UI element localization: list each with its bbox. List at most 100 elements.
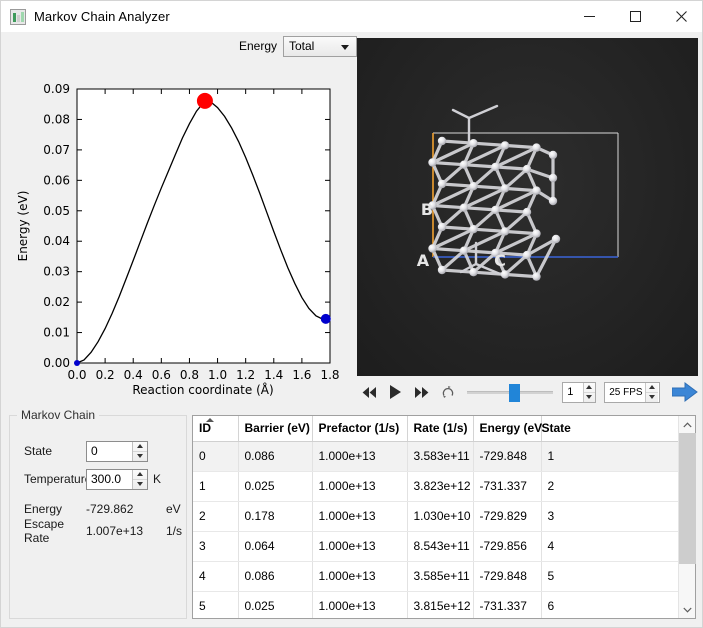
playback-toolbar: 1 25 FPS — [357, 379, 698, 405]
app-chart-icon — [10, 8, 26, 25]
next-arrow-icon[interactable] — [671, 382, 698, 402]
cell-id: 1 — [193, 471, 239, 502]
table-vertical-scrollbar[interactable] — [678, 416, 696, 618]
temperature-row: Temperature 300.0 K — [10, 468, 188, 490]
cell-state: 2 — [541, 471, 678, 502]
table-row[interactable]: 1 0.025 1.000e+13 3.823e+12 -731.337 2 — [193, 471, 678, 502]
repeat-icon[interactable] — [435, 381, 461, 403]
state-value[interactable]: 0 — [87, 442, 132, 461]
column-header-id[interactable]: ID — [193, 416, 239, 442]
fps-stepper[interactable]: 25 FPS — [604, 381, 660, 403]
atom — [532, 143, 541, 152]
frame-stepper-buttons[interactable] — [582, 382, 596, 402]
atom — [500, 270, 510, 279]
title-bar: Markov Chain Analyzer — [1, 1, 702, 32]
column-header-energy[interactable]: Energy (eV) — [473, 416, 546, 442]
table-row[interactable]: 5 0.025 1.000e+13 3.815e+12 -731.337 6 — [193, 591, 678, 618]
cell-barrier: 0.025 — [238, 471, 313, 502]
state-stepper[interactable]: 0 — [86, 440, 148, 462]
atom — [469, 225, 478, 234]
column-header-rate[interactable]: Rate (1/s) — [407, 416, 474, 442]
skip-to-start-icon[interactable] — [357, 381, 383, 403]
atom — [532, 272, 541, 281]
minimize-button[interactable] — [567, 1, 612, 31]
axis-label-b: B — [421, 200, 433, 219]
frame-step-up[interactable] — [583, 383, 596, 393]
play-icon[interactable] — [383, 381, 409, 403]
cell-barrier: 0.086 — [238, 561, 313, 592]
column-header-prefactor[interactable]: Prefactor (1/s) — [312, 416, 408, 442]
chevron-down-icon — [341, 44, 349, 50]
y-tick-label: 0.03 — [43, 265, 70, 279]
fps-value: 25 FPS — [609, 386, 643, 398]
cell-energy: -729.856 — [473, 531, 542, 562]
atom — [437, 136, 447, 146]
table-row[interactable]: 3 0.064 1.000e+13 8.543e+11 -729.856 4 — [193, 531, 678, 562]
atom — [548, 173, 558, 183]
frame-number-stepper[interactable]: 1 — [562, 381, 597, 403]
cell-rate: 1.030e+10 — [407, 501, 474, 532]
transitions-table[interactable]: ID Barrier (eV) Prefactor (1/s) Rate (1/… — [192, 415, 696, 619]
skip-to-end-icon[interactable] — [409, 381, 435, 403]
app-window: Markov Chain Analyzer Energy Total 0.0 0.… — [0, 0, 703, 628]
slider-thumb[interactable] — [508, 384, 520, 402]
table-row[interactable]: 2 0.178 1.000e+13 1.030e+10 -729.829 3 — [193, 501, 678, 532]
close-button[interactable] — [659, 1, 702, 31]
atom — [522, 207, 532, 217]
chart-canvas: 0.0 0.2 0.4 0.6 0.8 1.0 1.2 1.4 1.6 1.8 0.00 0.01 0… — [5, 61, 351, 401]
table-header-row: ID Barrier (eV) Prefactor (1/s) Rate (1/… — [193, 416, 678, 442]
lattice-render: A B C — [417, 104, 619, 281]
temperature-label: Temperature — [24, 472, 92, 486]
cell-id: 4 — [193, 561, 239, 592]
fps-step-down[interactable] — [646, 393, 658, 402]
state-step-down[interactable] — [133, 452, 147, 461]
scroll-down-icon[interactable] — [679, 601, 696, 618]
table-body: 0 0.086 1.000e+13 3.583e+11 -729.848 1 1 0.025 1… — [193, 441, 678, 618]
y-tick-label: 0.01 — [43, 326, 70, 340]
temperature-unit: K — [153, 472, 162, 486]
cell-energy: -731.337 — [473, 471, 542, 502]
cell-energy: -729.829 — [473, 501, 542, 532]
fps-step-up[interactable] — [646, 383, 659, 393]
table-scroll-area: ID Barrier (eV) Prefactor (1/s) Rate (1/… — [193, 416, 678, 618]
x-tick-label: 0.2 — [96, 368, 115, 382]
x-tick-label: 1.8 — [320, 368, 339, 382]
atom — [522, 250, 532, 260]
scrollbar-thumb[interactable] — [679, 433, 696, 564]
state-step-up[interactable] — [133, 442, 147, 452]
structure-viewport[interactable]: A B C — [357, 38, 698, 376]
cell-prefactor: 1.000e+13 — [312, 591, 408, 618]
table-row[interactable]: 0 0.086 1.000e+13 3.583e+11 -729.848 1 — [193, 441, 678, 472]
cell-energy: -729.848 — [473, 561, 542, 592]
escape-rate-value: 1.007e+13 — [86, 524, 144, 538]
table-row[interactable]: 4 0.086 1.000e+13 3.585e+11 -729.848 5 — [193, 561, 678, 592]
energy-dropdown[interactable]: Total — [283, 35, 357, 57]
escape-rate-row: Escape Rate 1.007e+13 1/s — [10, 517, 188, 545]
atom — [469, 182, 478, 191]
x-tick-label: 0.4 — [124, 368, 143, 382]
scroll-up-icon[interactable] — [679, 416, 696, 433]
column-header-state[interactable]: State — [541, 416, 678, 442]
temperature-value[interactable]: 300.0 — [87, 470, 132, 489]
atom — [532, 186, 541, 195]
cell-prefactor: 1.000e+13 — [312, 531, 408, 562]
temperature-step-up[interactable] — [133, 470, 147, 480]
frame-step-down[interactable] — [584, 393, 596, 402]
atom — [437, 222, 447, 232]
state-stepper-buttons[interactable] — [132, 441, 147, 461]
x-axis-label: Reaction coordinate (Å) — [132, 382, 273, 397]
atom — [469, 268, 478, 277]
atom — [491, 162, 500, 172]
energy-profile-chart[interactable]: 0.0 0.2 0.4 0.6 0.8 1.0 1.2 1.4 1.6 1.8 0.00 0.01 0… — [5, 61, 351, 401]
cell-state: 6 — [541, 591, 678, 618]
temperature-step-down[interactable] — [133, 480, 147, 489]
column-header-barrier[interactable]: Barrier (eV) — [238, 416, 313, 442]
cell-state: 4 — [541, 531, 678, 562]
temperature-stepper[interactable]: 300.0 — [86, 468, 148, 490]
state-row: State 0 — [10, 440, 188, 462]
temperature-stepper-buttons[interactable] — [132, 469, 147, 489]
chart-marker — [196, 92, 213, 109]
frame-slider[interactable] — [466, 381, 553, 403]
maximize-button[interactable] — [613, 1, 658, 31]
fps-stepper-buttons[interactable] — [645, 382, 659, 402]
